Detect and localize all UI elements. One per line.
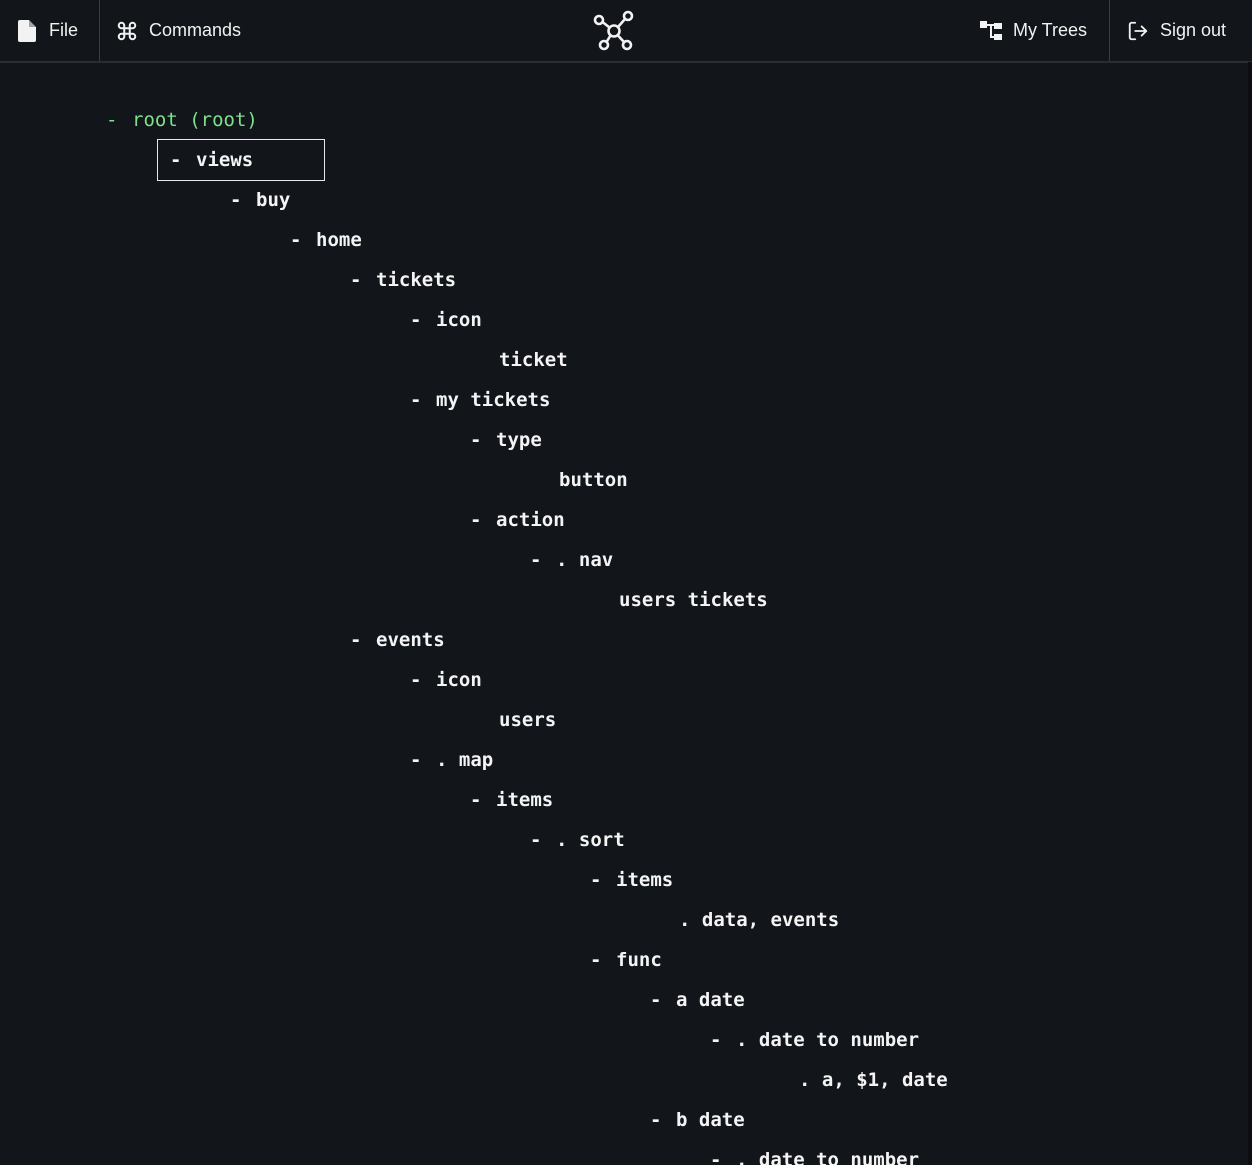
collapse-toggle[interactable]: - (650, 980, 676, 1020)
collapse-toggle[interactable]: - (710, 1140, 736, 1165)
node-label: . data, events (679, 909, 840, 931)
tree-node[interactable]: - items (470, 780, 553, 820)
collapse-toggle[interactable]: - (470, 500, 496, 540)
node-label: . date to number (736, 1149, 920, 1165)
file-label: File (49, 20, 79, 40)
collapse-toggle[interactable]: - (470, 780, 496, 820)
tree-leaf[interactable]: users tickets (619, 580, 768, 620)
node-label: events (376, 629, 445, 651)
tree-node-root[interactable]: - root (root) (106, 100, 258, 140)
collapse-toggle[interactable]: - (290, 220, 316, 260)
node-label: b date (676, 1109, 745, 1131)
node-label: ticket (499, 349, 568, 371)
commands-label: Commands (149, 20, 242, 40)
node-label: . sort (556, 829, 625, 851)
node-label: items (496, 789, 554, 811)
collapse-toggle[interactable]: - (590, 940, 616, 980)
collapse-toggle[interactable]: - (410, 660, 436, 700)
tree-node[interactable]: - func (590, 940, 662, 980)
file-icon (16, 19, 38, 42)
tree-node[interactable]: -. nav (530, 540, 613, 580)
collapse-toggle[interactable]: - (350, 620, 376, 660)
collapse-toggle[interactable]: - (530, 540, 556, 580)
node-label: . nav (556, 549, 614, 571)
tree-node[interactable]: - my tickets (410, 380, 550, 420)
tree-node[interactable]: -b date (650, 1100, 745, 1140)
node-label: buy (256, 189, 291, 211)
my-trees-button[interactable]: My Trees (980, 0, 1087, 61)
node-label: button (559, 469, 628, 491)
tree-node[interactable]: - tickets (350, 260, 456, 300)
my-trees-label: My Trees (1013, 20, 1088, 40)
collapse-toggle[interactable]: - (410, 300, 436, 340)
tree-icon (980, 20, 1002, 42)
command-icon (116, 20, 138, 42)
toolbar-divider (99, 0, 100, 61)
collapse-toggle[interactable]: - (106, 100, 132, 140)
sign-out-icon (1127, 20, 1149, 42)
tree-node[interactable]: - events (350, 620, 445, 660)
tree-leaf[interactable]: . data, events (679, 900, 839, 940)
node-label: home (316, 229, 362, 251)
node-label: . a, $1, date (799, 1069, 948, 1091)
node-label: action (496, 509, 565, 531)
network-graph-icon[interactable] (593, 10, 635, 52)
node-label: users (499, 709, 557, 731)
node-label: . date to number (736, 1029, 920, 1051)
sign-out-button[interactable]: Sign out (1127, 0, 1226, 61)
tree-node[interactable]: - buy (230, 180, 290, 220)
file-button[interactable]: File (16, 0, 78, 61)
node-label: icon (436, 669, 482, 691)
node-label: icon (436, 309, 482, 331)
scrollbar-track[interactable] (1248, 62, 1252, 1165)
node-label: func (616, 949, 662, 971)
sign-out-label: Sign out (1160, 20, 1227, 40)
tree-leaf[interactable]: button (559, 460, 628, 500)
top-toolbar: File Commands My Trees Sign out (0, 0, 1252, 63)
node-label: items (616, 869, 674, 891)
collapse-toggle[interactable]: - (410, 740, 436, 780)
collapse-toggle[interactable]: - (590, 860, 616, 900)
collapse-toggle[interactable]: - (530, 820, 556, 860)
collapse-toggle[interactable]: - (350, 260, 376, 300)
tree-node[interactable]: -a date (650, 980, 745, 1020)
node-label: my tickets (436, 389, 551, 411)
collapse-toggle[interactable]: - (410, 380, 436, 420)
tree-node[interactable]: - icon (410, 300, 482, 340)
collapse-toggle[interactable]: - (710, 1020, 736, 1060)
tree-node[interactable]: - icon (410, 660, 482, 700)
tree-leaf[interactable]: . a, $1, date (799, 1060, 948, 1100)
tree-leaf[interactable]: users (499, 700, 556, 740)
tree-node[interactable]: -. map (410, 740, 493, 780)
node-label: root (root) (132, 109, 258, 131)
commands-button[interactable]: Commands (116, 0, 241, 61)
tree-leaf[interactable]: ticket (499, 340, 568, 380)
tree-node[interactable]: -. date to number (710, 1020, 919, 1060)
collapse-toggle[interactable]: - (470, 420, 496, 460)
tree-node[interactable]: - items (590, 860, 673, 900)
node-label: tickets (376, 269, 457, 291)
node-label: . map (436, 749, 494, 771)
tree-node[interactable]: -. date to number (710, 1140, 919, 1165)
tree-node[interactable]: - action (470, 500, 565, 540)
collapse-toggle[interactable]: - (170, 140, 196, 180)
tree-node[interactable]: -. sort (530, 820, 625, 860)
node-label: type (496, 429, 542, 451)
node-label: users tickets (619, 589, 768, 611)
tree-node[interactable]: - type (470, 420, 542, 460)
node-label: a date (676, 989, 745, 1011)
tree-node[interactable]: - home (290, 220, 362, 260)
toolbar-divider (1109, 0, 1110, 61)
collapse-toggle[interactable]: - (230, 180, 256, 220)
tree-node[interactable]: - views (157, 139, 325, 181)
collapse-toggle[interactable]: - (650, 1100, 676, 1140)
tree-view: - root (root) - views - buy - home - tickets … (0, 62, 1252, 1165)
node-label: views (196, 149, 254, 171)
